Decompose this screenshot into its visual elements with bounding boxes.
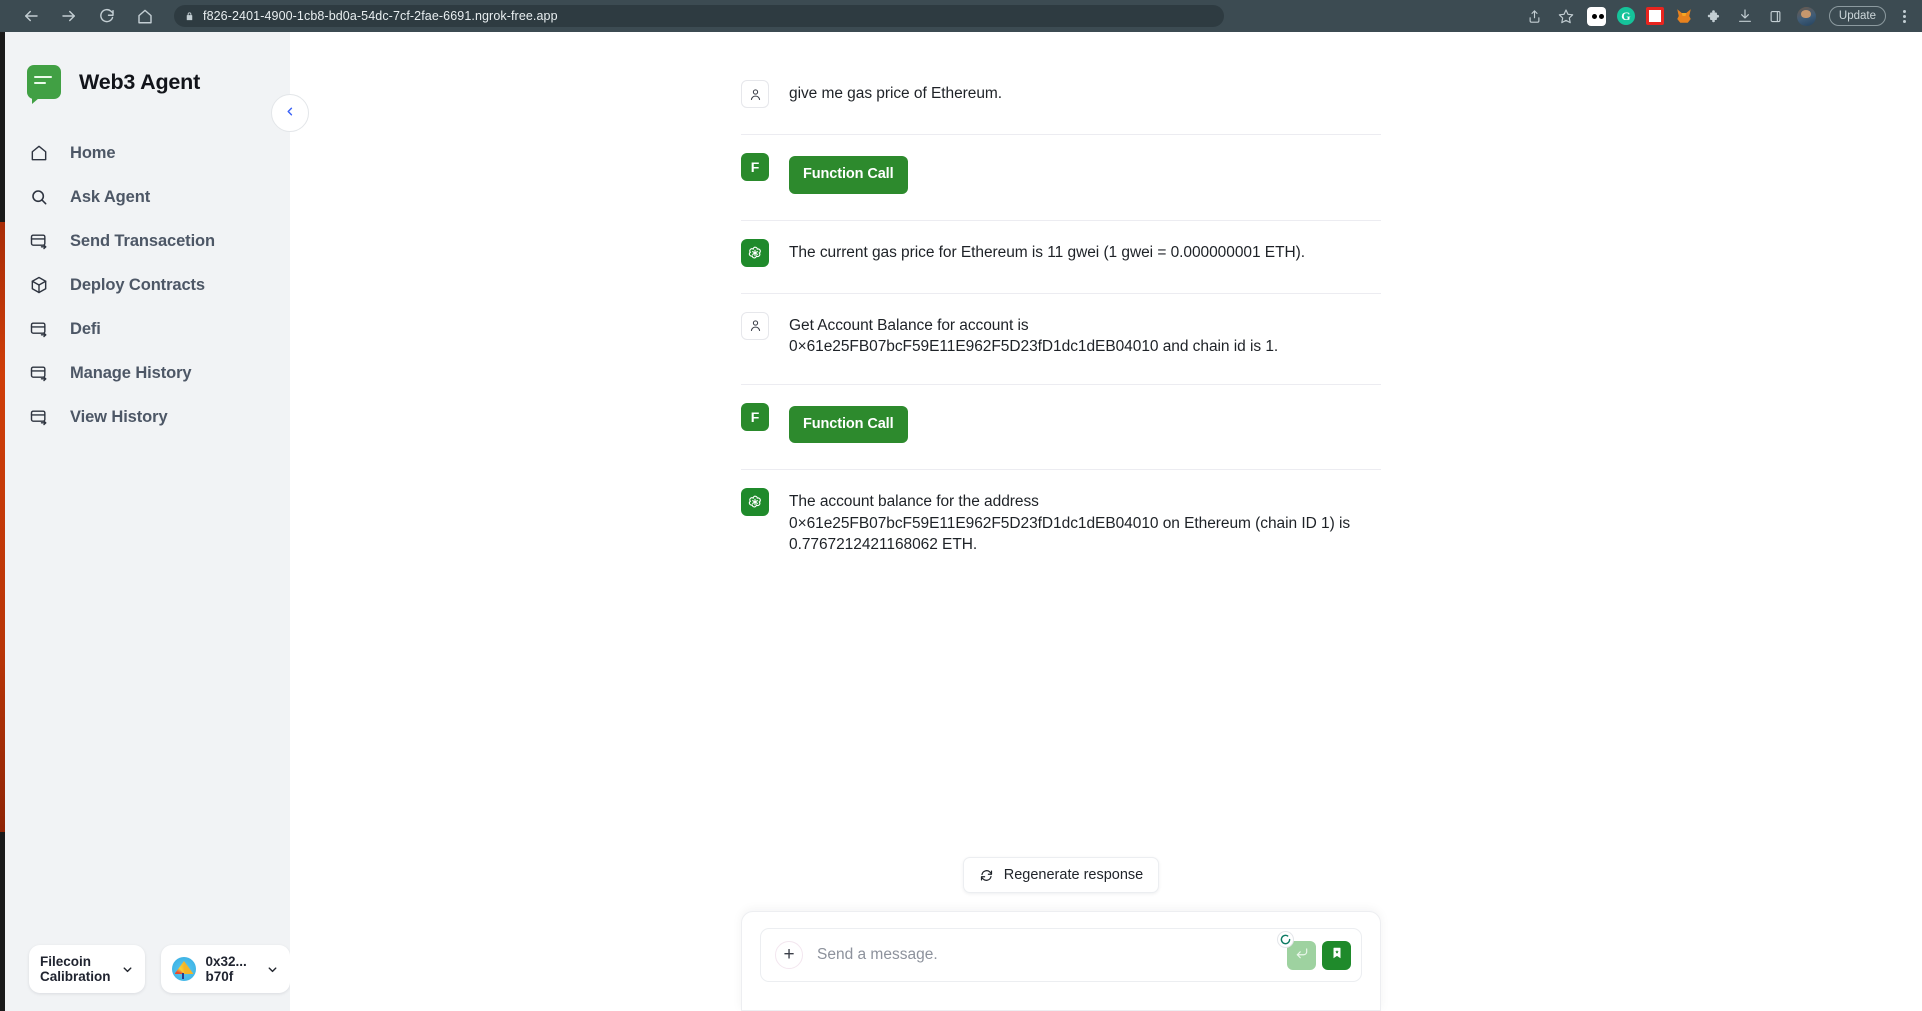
dice-extension-icon[interactable] <box>1586 6 1606 26</box>
wallet-selector[interactable]: 0x32... b70f <box>160 945 290 993</box>
refresh-icon <box>979 868 994 883</box>
search-icon <box>28 186 50 208</box>
brand: Web3 Agent <box>5 32 290 104</box>
chat-bubble-logo-icon <box>27 65 61 104</box>
lock-icon <box>184 11 195 22</box>
plus-icon[interactable]: + <box>775 941 803 969</box>
message-text: Get Account Balance for account is 0×61e… <box>789 316 1279 356</box>
function-call-badge[interactable]: Function Call <box>789 156 908 194</box>
network-label: Filecoin Calibration <box>40 954 111 984</box>
function-call-wrapper: Function Call <box>789 153 908 194</box>
chat-thread: give me gas price of Ethereum. F Functio… <box>741 32 1381 582</box>
function-avatar: F <box>741 402 769 431</box>
enter-arrow-icon <box>1295 946 1309 965</box>
regenerate-label: Regenerate response <box>1003 867 1144 883</box>
function-avatar: F <box>741 153 769 181</box>
sidepanel-icon[interactable] <box>1766 6 1786 26</box>
regenerate-response-button[interactable]: Regenerate response <box>962 857 1160 893</box>
chat-message-assistant: The current gas price for Ethereum is 11… <box>741 221 1381 294</box>
url-text: f826-2401-4900-1cb8-bd0a-54dc-7cf-2fae-6… <box>203 9 558 23</box>
sidebar-item-label: Send Transacetion <box>70 231 216 250</box>
wallet-avatar <box>171 957 196 981</box>
save-chat-button[interactable] <box>1322 940 1351 970</box>
sidebar-item-label: View History <box>70 407 168 426</box>
kebab-menu-icon[interactable] <box>1901 8 1908 25</box>
share-icon[interactable] <box>1525 6 1545 26</box>
message-text: The account balance for the address 0×61… <box>789 493 1351 553</box>
sidebar-item-view-history[interactable]: View History <box>28 405 290 429</box>
forward-button[interactable] <box>58 5 80 27</box>
chat-message-function: F Function Call <box>741 385 1381 470</box>
sidebar-nav: Home Ask Agent Send Transacetion Deploy … <box>5 141 290 429</box>
grammarly-extension-icon[interactable]: G <box>1616 7 1635 25</box>
browser-action-icons: G Update <box>1525 6 1912 26</box>
chat-message-user: give me gas price of Ethereum. <box>741 62 1381 135</box>
brand-title: Web3 Agent <box>79 69 201 94</box>
chat-main: give me gas price of Ethereum. F Functio… <box>290 32 1922 1011</box>
downloads-icon[interactable] <box>1735 6 1755 26</box>
message-text: The current gas price for Ethereum is 11… <box>789 243 1306 261</box>
loading-spinner-icon <box>1277 930 1294 948</box>
network-selector[interactable]: Filecoin Calibration <box>29 945 145 993</box>
sidebar-footer: Filecoin Calibration 0x32... b70f <box>5 945 290 1011</box>
chevron-left-icon <box>285 104 296 122</box>
sidebar-item-label: Manage History <box>70 363 192 382</box>
bookmark-icon <box>1330 946 1344 965</box>
sidebar-item-label: Ask Agent <box>70 187 151 206</box>
function-call-badge[interactable]: Function Call <box>789 405 908 443</box>
chat-message-function: F Function Call <box>741 135 1381 221</box>
redpaw-extension-icon[interactable] <box>1645 7 1664 25</box>
chat-message-assistant: The account balance for the address 0×61… <box>741 470 1381 582</box>
browser-toolbar: f826-2401-4900-1cb8-bd0a-54dc-7cf-2fae-6… <box>0 0 1922 32</box>
home-icon <box>28 142 50 164</box>
sidebar-item-defi[interactable]: Defi <box>28 317 290 341</box>
wallet-address-label: 0x32... b70f <box>205 954 247 984</box>
back-button[interactable] <box>20 5 42 27</box>
user-avatar-icon <box>741 311 769 340</box>
sidebar-item-deploy-contracts[interactable]: Deploy Contracts <box>28 273 290 297</box>
star-icon[interactable] <box>1556 6 1576 26</box>
sidebar-item-manage-history[interactable]: Manage History <box>28 361 290 385</box>
puzzle-extensions-icon[interactable] <box>1704 6 1724 26</box>
openai-logo-icon <box>741 488 769 516</box>
update-button[interactable]: Update <box>1828 6 1886 26</box>
sidebar-item-label: Home <box>70 143 116 162</box>
sidebar-item-label: Deploy Contracts <box>70 275 206 294</box>
sidebar-item-label: Defi <box>70 319 101 338</box>
sidebar-collapse-button[interactable] <box>271 94 309 132</box>
reload-button[interactable] <box>96 5 118 27</box>
browser-nav-buttons <box>20 5 156 27</box>
card-send-icon <box>28 318 50 340</box>
search-input[interactable] <box>817 946 1273 964</box>
sidebar-item-ask-agent[interactable]: Ask Agent <box>28 185 290 209</box>
user-avatar-icon <box>741 80 769 108</box>
chat-message-user: Get Account Balance for account is 0×61e… <box>741 294 1381 385</box>
cube-icon <box>28 274 50 296</box>
metamask-fox-icon[interactable] <box>1675 7 1693 25</box>
card-send-icon <box>28 406 50 428</box>
profile-avatar[interactable] <box>1796 6 1816 26</box>
card-send-icon <box>28 230 50 252</box>
address-bar[interactable]: f826-2401-4900-1cb8-bd0a-54dc-7cf-2fae-6… <box>174 5 1224 27</box>
sidebar-item-home[interactable]: Home <box>28 141 290 165</box>
message-composer: + <box>741 911 1381 1011</box>
composer-input-row: + <box>760 928 1362 982</box>
home-button[interactable] <box>134 5 156 27</box>
sidebar-item-send-transaction[interactable]: Send Transacetion <box>28 229 290 253</box>
function-call-wrapper: Function Call <box>789 403 908 443</box>
chevron-down-icon <box>121 963 134 976</box>
message-text: give me gas price of Ethereum. <box>789 85 1003 102</box>
openai-logo-icon <box>741 238 769 267</box>
send-button-group <box>1277 930 1351 970</box>
app-page: Web3 Agent Home Ask Agent Send Transacet… <box>0 32 1922 1011</box>
chevron-down-icon <box>266 963 279 976</box>
composer-area: Regenerate response + <box>290 857 1922 1011</box>
sidebar: Web3 Agent Home Ask Agent Send Transacet… <box>5 32 309 1011</box>
card-send-icon <box>28 362 50 384</box>
